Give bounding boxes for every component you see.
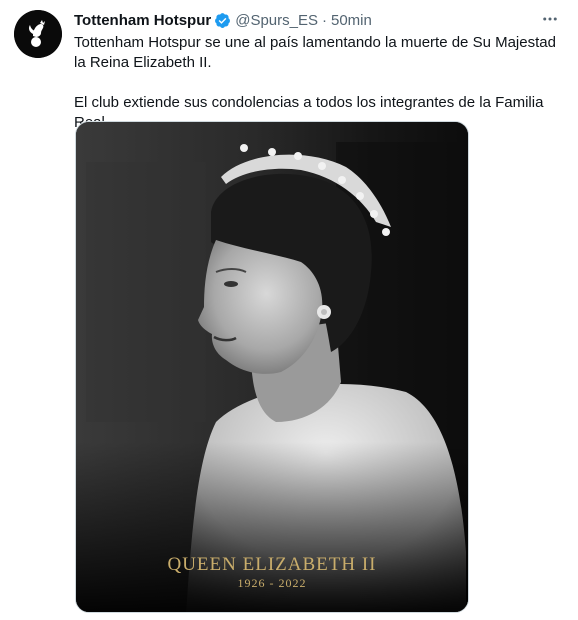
tweet-media-image[interactable]: QUEEN ELIZABETH II 1926 - 2022 [75,121,469,613]
spurs-crest-icon [14,10,62,58]
tweet-text-paragraph: Tottenham Hotspur se une al país lamenta… [74,34,556,71]
tweet[interactable]: Tottenham Hotspur @Spurs_ES · 50min Tott… [0,0,578,620]
image-caption-title: QUEEN ELIZABETH II [167,554,377,575]
avatar[interactable] [14,10,62,58]
separator: · [321,11,327,29]
timestamp[interactable]: 50min [331,12,372,29]
handle[interactable]: @Spurs_ES [235,12,318,29]
more-horizontal-icon[interactable] [538,8,562,30]
tweet-header: Tottenham Hotspur @Spurs_ES · 50min [74,10,372,30]
verified-badge-icon [214,12,231,29]
display-name[interactable]: Tottenham Hotspur [74,12,211,29]
tweet-text: Tottenham Hotspur se une al país lamenta… [74,33,570,133]
image-caption-years: 1926 - 2022 [237,576,307,590]
queen-portrait-image [76,122,468,612]
